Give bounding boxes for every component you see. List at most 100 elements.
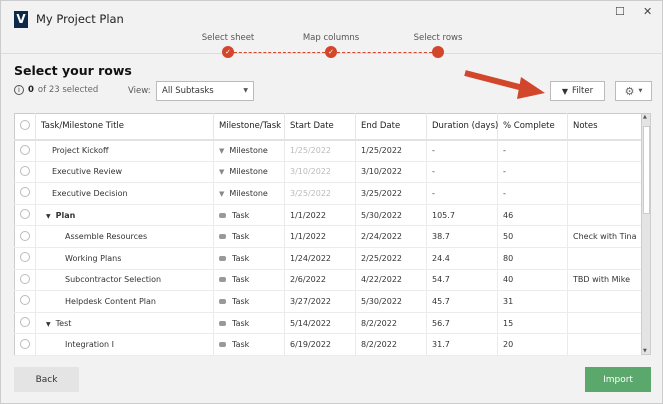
- step-check-icon: ✓: [325, 46, 337, 58]
- step-label: Map columns: [302, 33, 360, 43]
- filter-button[interactable]: ▼ Filter: [550, 81, 605, 101]
- table-row[interactable]: Helpdesk Content Plan Task 3/27/2022 5/3…: [14, 290, 642, 313]
- task-icon: [219, 212, 226, 218]
- row-type: Task: [232, 275, 250, 285]
- row-pct: -: [497, 139, 568, 162]
- rows-table: Task/Milestone Title Milestone/Task Start …: [14, 113, 642, 356]
- row-title: Project Kickoff: [52, 146, 109, 156]
- step-label: Select sheet: [201, 33, 255, 43]
- select-all-header[interactable]: [14, 113, 36, 141]
- row-start: 6/19/2022: [284, 333, 356, 356]
- table-scrollbar[interactable]: ▲ ▼: [641, 113, 651, 355]
- row-type: Milestone: [229, 167, 268, 177]
- table-row[interactable]: Subcontractor Selection Task 2/6/2022 4/…: [14, 269, 642, 292]
- row-duration: 105.7: [426, 204, 498, 227]
- milestone-icon: ▼: [219, 147, 225, 156]
- row-pct: 31: [497, 290, 568, 313]
- collapse-icon[interactable]: ▼: [46, 213, 51, 220]
- scrollbar-thumb[interactable]: [643, 126, 650, 214]
- row-title: Assemble Resources: [65, 232, 148, 242]
- row-checkbox[interactable]: [20, 144, 30, 155]
- import-button[interactable]: Import: [585, 367, 651, 392]
- row-start: 3/25/2022: [284, 182, 356, 205]
- row-title: Subcontractor Selection: [65, 275, 162, 285]
- maximize-button[interactable]: ☐: [615, 5, 625, 18]
- task-icon: [219, 255, 226, 261]
- row-checkbox[interactable]: [20, 273, 30, 284]
- row-notes: [567, 161, 642, 184]
- task-icon: [219, 234, 226, 240]
- table-row[interactable]: ▼ Test Task 5/14/2022 8/2/2022 56.7 15: [14, 312, 642, 335]
- table-row[interactable]: Executive Decision ▼ Milestone 3/25/2022 …: [14, 182, 642, 205]
- task-icon: [219, 342, 226, 348]
- column-header[interactable]: Notes: [567, 113, 642, 141]
- collapse-icon[interactable]: ▼: [46, 321, 51, 328]
- row-pct: 15: [497, 312, 568, 335]
- settings-button[interactable]: ⚙ ▼: [615, 81, 652, 101]
- page-title: Select your rows: [14, 63, 132, 78]
- scroll-down-icon[interactable]: ▼: [643, 348, 647, 354]
- row-checkbox[interactable]: [20, 165, 30, 176]
- row-end: 2/25/2022: [355, 247, 427, 270]
- column-header[interactable]: Duration (days): [426, 113, 498, 141]
- row-duration: -: [426, 161, 498, 184]
- row-checkbox[interactable]: [20, 295, 30, 306]
- view-dropdown[interactable]: All Subtasks ▼: [156, 81, 254, 101]
- select-all-checkbox[interactable]: [20, 119, 30, 130]
- table-row[interactable]: Assemble Resources Task 1/1/2022 2/24/20…: [14, 225, 642, 248]
- column-header[interactable]: Milestone/Task: [213, 113, 285, 141]
- step-check-icon: ✓: [222, 46, 234, 58]
- row-title: Executive Decision: [52, 188, 128, 198]
- step-label: Select rows: [413, 33, 463, 43]
- table-row[interactable]: Working Plans Task 1/24/2022 2/25/2022 2…: [14, 247, 642, 270]
- row-start: 2/6/2022: [284, 269, 356, 292]
- row-duration: 45.7: [426, 290, 498, 313]
- row-checkbox[interactable]: [20, 187, 30, 198]
- row-type: Task: [232, 318, 250, 328]
- column-header[interactable]: End Date: [355, 113, 427, 141]
- task-icon: [219, 277, 226, 283]
- row-title: Working Plans: [65, 253, 122, 263]
- window-title: My Project Plan: [36, 12, 124, 26]
- row-notes: [567, 182, 642, 205]
- row-end: 1/25/2022: [355, 139, 427, 162]
- column-header[interactable]: Task/Milestone Title: [35, 113, 214, 141]
- row-type: Milestone: [229, 146, 268, 156]
- table-row[interactable]: Project Kickoff ▼ Milestone 1/25/2022 1/2…: [14, 139, 642, 162]
- row-duration: 24.4: [426, 247, 498, 270]
- row-duration: 31.7: [426, 333, 498, 356]
- row-start: 1/1/2022: [284, 225, 356, 248]
- selected-count: 0: [28, 85, 34, 95]
- task-icon: [219, 320, 226, 326]
- row-checkbox[interactable]: [20, 338, 30, 349]
- row-checkbox[interactable]: [20, 209, 30, 220]
- row-title: Helpdesk Content Plan: [65, 296, 156, 306]
- row-title: Executive Review: [52, 167, 123, 177]
- table-row[interactable]: Executive Review ▼ Milestone 3/10/2022 3/…: [14, 161, 642, 184]
- table-row[interactable]: ▼ Plan Task 1/1/2022 5/30/2022 105.7 46: [14, 204, 642, 227]
- selected-text: of 23 selected: [37, 85, 99, 95]
- row-checkbox[interactable]: [20, 252, 30, 263]
- row-pct: 40: [497, 269, 568, 292]
- table-row[interactable]: Integration I Task 6/19/2022 8/2/2022 31…: [14, 333, 642, 356]
- row-pct: 46: [497, 204, 568, 227]
- close-button[interactable]: ✕: [643, 5, 652, 18]
- row-start: 3/10/2022: [284, 161, 356, 184]
- row-end: 3/25/2022: [355, 182, 427, 205]
- row-type: Task: [232, 296, 250, 306]
- row-type: Task: [232, 232, 250, 242]
- task-icon: [219, 298, 226, 304]
- back-button[interactable]: Back: [14, 367, 79, 392]
- row-duration: -: [426, 182, 498, 205]
- row-checkbox[interactable]: [20, 317, 30, 328]
- gear-icon: ⚙: [624, 84, 635, 98]
- column-header[interactable]: Start Date: [284, 113, 356, 141]
- column-header[interactable]: % Complete: [497, 113, 568, 141]
- info-icon: i: [14, 85, 24, 95]
- row-checkbox[interactable]: [20, 230, 30, 241]
- row-duration: 54.7: [426, 269, 498, 292]
- selection-status: i 0 of 23 selected: [14, 85, 98, 95]
- row-title: Plan: [55, 210, 76, 220]
- scroll-up-icon[interactable]: ▲: [643, 114, 647, 120]
- row-notes: [567, 204, 642, 227]
